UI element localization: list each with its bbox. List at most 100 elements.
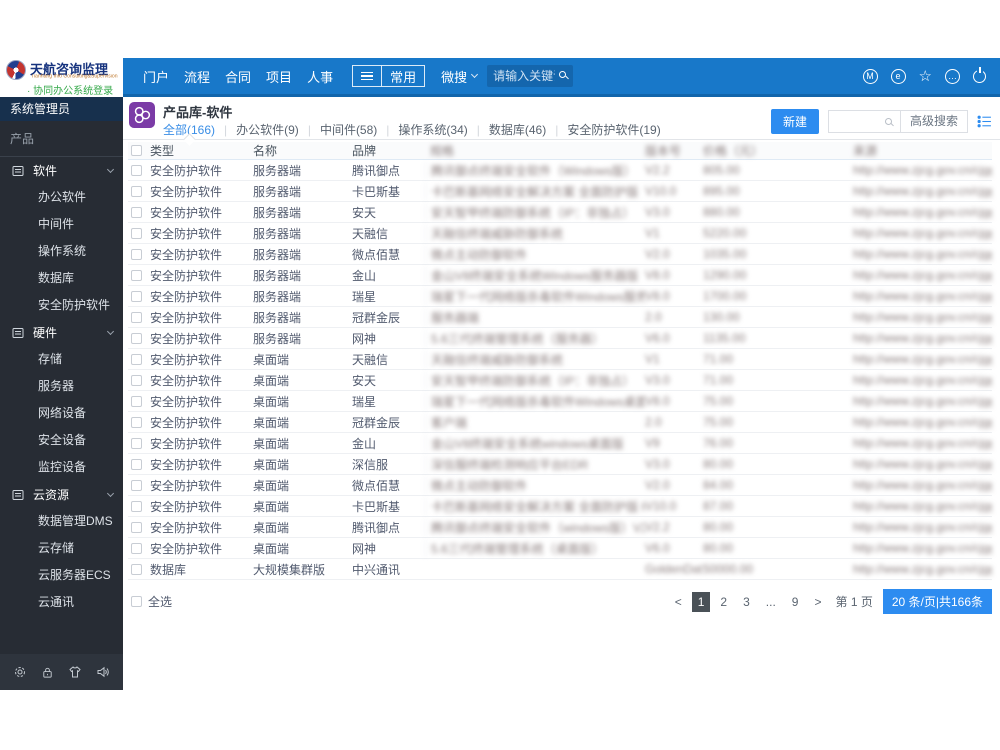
sidebar-item[interactable]: 数据库 [0,265,123,292]
filter-tab[interactable]: 安全防护软件(19) [546,121,660,138]
table-row[interactable]: 安全防护软件 桌面端 腾讯御点 腾讯御点终端安全软件（windows版）V2.2… [128,517,992,538]
filter-tab[interactable]: 办公软件(9) [215,121,299,138]
table-row[interactable]: 安全防护软件 服务器端 腾讯御点 腾讯御点终端安全软件（Windows版） V2… [128,160,992,181]
power-icon[interactable] [973,69,986,83]
table-row[interactable]: 安全防护软件 服务器端 微点佰慧 微点主动防御软件 V2.0 1035.00 h… [128,244,992,265]
cell-spec: 腾讯御点终端安全软件（Windows版） [425,161,645,179]
sidebar-item[interactable]: 云服务器ECS [0,562,123,589]
table-row[interactable]: 安全防护软件 桌面端 安天 安天智甲终端防御系统（IP：非独占） V3.0 71… [128,370,992,391]
cell-spec: 安天智甲终端防御系统（IP：非独占） [425,371,645,389]
table-row[interactable]: 安全防护软件 服务器端 瑞星 瑞星下一代网络版杀毒软件Windows服务器版 V… [128,286,992,307]
sidebar-item[interactable]: 服务器 [0,373,123,400]
sidebar-item[interactable]: 安全设备 [0,427,123,454]
table-row[interactable]: 安全防护软件 服务器端 天融信 天融信终端威胁防御系统 V1 5220.00 h… [128,223,992,244]
sidebar-item[interactable]: 数据管理DMS [0,508,123,535]
company-logo-icon [6,60,26,80]
row-checkbox[interactable] [131,374,142,386]
row-checkbox[interactable] [131,458,142,470]
filter-tab[interactable]: 操作系统(34) [377,121,467,138]
table-row[interactable]: 安全防护软件 桌面端 天融信 天融信终端威胁防御系统 V1 71.00 http… [128,349,992,370]
page-jump-label[interactable]: 第 1 页 [836,593,873,610]
sidebar-group-header[interactable]: 软件 [0,157,123,184]
row-checkbox[interactable] [131,185,142,197]
page-button[interactable]: ... [760,592,782,612]
nav-item[interactable]: 门户 [143,67,169,86]
nav-item[interactable]: 项目 [266,67,292,86]
table-row[interactable]: 安全防护软件 桌面端 冠群金辰 客户端 2.0 75.00 http://www… [128,412,992,433]
select-all-checkbox[interactable] [131,596,142,607]
sidebar-item[interactable]: 操作系统 [0,238,123,265]
sidebar-group-header[interactable]: 云资源 [0,481,123,508]
nav-item[interactable]: 人事 [307,67,333,86]
row-checkbox[interactable] [131,311,142,323]
menu-toggle-button[interactable] [353,66,383,86]
sidebar-item[interactable]: 安全防护软件 [0,292,123,319]
row-checkbox[interactable] [131,395,142,407]
search-icon[interactable] [559,71,567,78]
row-checkbox[interactable] [131,521,142,533]
table-row[interactable]: 安全防护软件 桌面端 瑞星 瑞星下一代网络版杀毒软件Windows桌面版 V8.… [128,391,992,412]
per-page-summary[interactable]: 20 条/页|共166条 [882,589,992,614]
table-row[interactable]: 安全防护软件 桌面端 金山 金山V8终端安全系统windows桌面版 V9 76… [128,433,992,454]
lock-icon[interactable] [41,666,54,679]
row-checkbox[interactable] [131,563,142,575]
nav-item[interactable]: 合同 [225,67,251,86]
sound-icon[interactable] [96,665,110,679]
row-checkbox[interactable] [131,290,142,302]
row-checkbox[interactable] [131,164,142,176]
cell-name: 桌面端 [253,499,290,514]
row-checkbox[interactable] [131,227,142,239]
list-view-icon[interactable] [977,114,992,129]
search-scope-dropdown[interactable]: 微搜 [441,67,479,86]
m-badge-icon[interactable]: M [862,68,878,84]
filter-tab[interactable]: 数据库(46) [468,121,546,138]
table-row[interactable]: 安全防护软件 服务器端 卡巴斯基 卡巴斯基网络安全解决方案 全面防护版 V10.… [128,181,992,202]
sidebar-item[interactable]: 监控设备 [0,454,123,481]
star-icon[interactable]: ☆ [919,69,932,84]
nav-item[interactable]: 流程 [184,67,210,86]
page-button[interactable]: < [669,592,688,612]
row-checkbox[interactable] [131,500,142,512]
table-row[interactable]: 数据库 大规模集群版 中兴通讯 GoldenData s... 50000.00… [128,559,992,580]
sidebar-item[interactable]: 存储 [0,346,123,373]
row-checkbox[interactable] [131,479,142,491]
table-row[interactable]: 安全防护软件 桌面端 微点佰慧 微点主动防御软件 V2.0 84.00 http… [128,475,992,496]
row-checkbox[interactable] [131,416,142,428]
new-button[interactable]: 新建 [770,109,819,134]
sidebar-item[interactable]: 办公软件 [0,184,123,211]
advanced-search-button[interactable]: 高级搜索 [899,111,967,132]
page-button[interactable]: 2 [714,592,733,612]
sidebar-item[interactable]: 云存储 [0,535,123,562]
sidebar-item[interactable]: 中间件 [0,211,123,238]
nav-item-common[interactable]: 常用 [382,66,424,86]
filter-tab[interactable]: 中间件(58) [299,121,377,138]
more-icon[interactable]: … [945,68,960,84]
table-row[interactable]: 安全防护软件 桌面端 网神 5.6三代终端管理系统（桌面版） V6.0 80.0… [128,538,992,559]
header-checkbox[interactable] [131,145,142,156]
row-checkbox[interactable] [131,437,142,449]
row-checkbox[interactable] [131,353,142,365]
table-row[interactable]: 安全防护软件 桌面端 卡巴斯基 卡巴斯基网络安全解决方案 全面防护版 K10 V… [128,496,992,517]
theme-icon[interactable] [68,665,82,679]
sidebar-item[interactable]: 网络设备 [0,400,123,427]
page-button[interactable]: 3 [737,592,756,612]
page-button[interactable]: 9 [786,592,805,612]
page-button[interactable]: > [808,592,827,612]
advanced-search-input[interactable] [829,111,885,132]
table-row[interactable]: 安全防护软件 服务器端 网神 5.6三代终端管理系统（服务器） V6.0 113… [128,328,992,349]
oa-login-link[interactable]: · 协同办公系统登录 [27,82,113,97]
table-row[interactable]: 安全防护软件 服务器端 安天 安天智甲终端防御系统（IP：非独占） V3.0 8… [128,202,992,223]
row-checkbox[interactable] [131,332,142,344]
e-badge-icon[interactable]: e [890,68,906,84]
table-row[interactable]: 安全防护软件 桌面端 深信服 深信服终端检测响应平台EDR V3.0 80.00… [128,454,992,475]
row-checkbox[interactable] [131,206,142,218]
sidebar-group-header[interactable]: 硬件 [0,319,123,346]
page-button[interactable]: 1 [691,591,711,612]
row-checkbox[interactable] [131,248,142,260]
sidebar-item[interactable]: 云通讯 [0,589,123,616]
settings-icon[interactable] [13,665,27,679]
table-row[interactable]: 安全防护软件 服务器端 冠群金辰 服务器端 2.0 130.00 http://… [128,307,992,328]
row-checkbox[interactable] [131,542,142,554]
row-checkbox[interactable] [131,269,142,281]
table-row[interactable]: 安全防护软件 服务器端 金山 金山V8终端安全系统Windows服务器版 V8.… [128,265,992,286]
